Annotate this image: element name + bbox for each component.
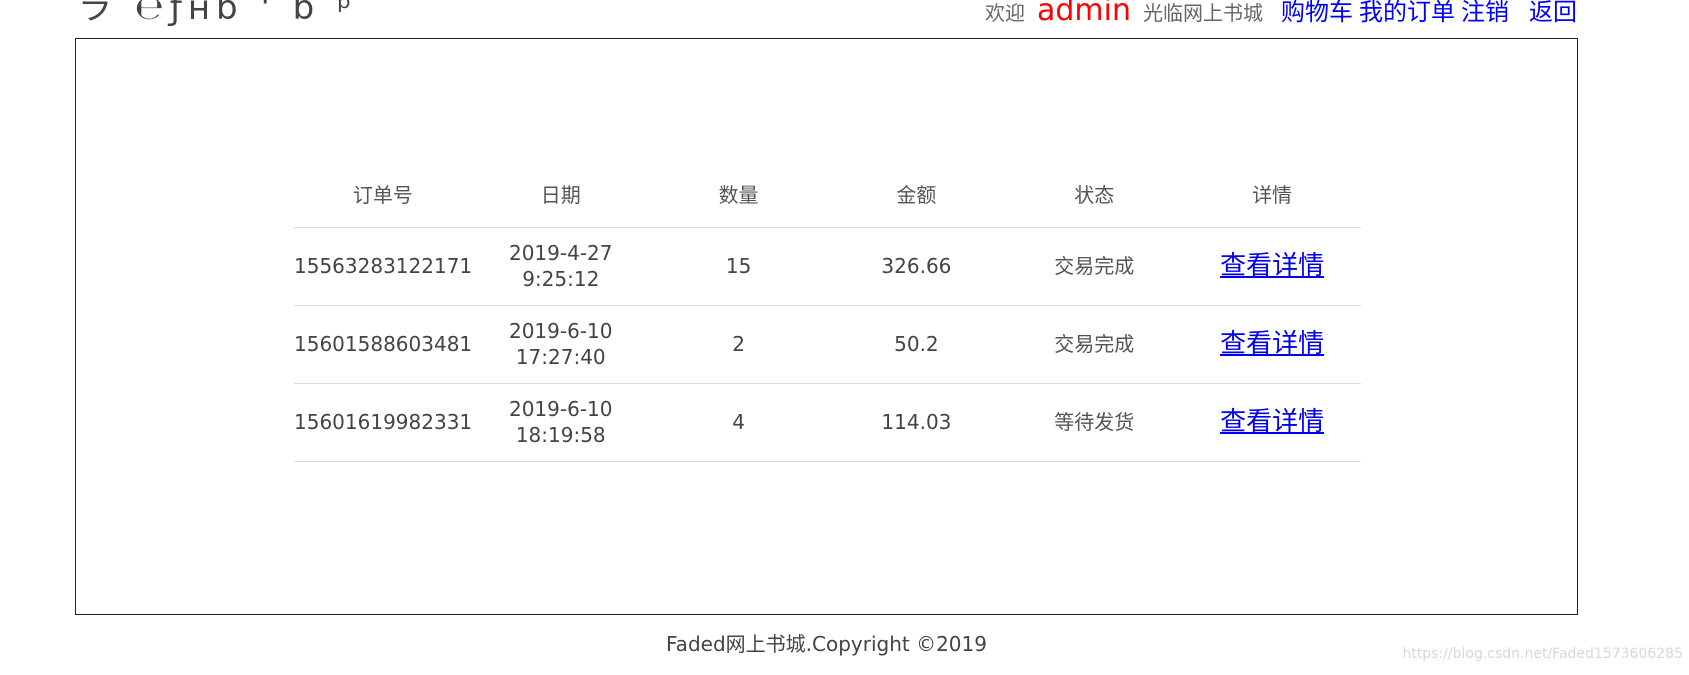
header-order-id: 订单号 xyxy=(294,142,472,228)
header-amount: 金额 xyxy=(827,142,1006,228)
table-row: 15601588603481 2019-6-10 17:27:40 2 50.2… xyxy=(294,305,1361,384)
table-header-row: 订单号 日期 数量 金额 状态 详情 xyxy=(294,142,1361,228)
cart-link[interactable]: 购物车 xyxy=(1281,0,1353,27)
site-logo: ラ ℮ƒнɓ ' ɓ ᵖ xyxy=(78,0,358,28)
date-cell: 2019-4-27 9:25:12 xyxy=(471,227,650,306)
order-id-cell: 15601588603481 xyxy=(294,305,472,384)
order-date: 2019-6-10 xyxy=(508,397,613,421)
quantity-cell: 4 xyxy=(649,383,828,462)
visit-text: 光临网上书城 xyxy=(1143,1,1263,25)
detail-cell: 查看详情 xyxy=(1183,227,1361,306)
header-quantity: 数量 xyxy=(649,142,828,228)
header-date: 日期 xyxy=(471,142,650,228)
order-time: 17:27:40 xyxy=(515,345,606,369)
view-detail-link[interactable]: 查看详情 xyxy=(1220,407,1324,437)
quantity-cell: 15 xyxy=(649,227,828,306)
order-date: 2019-4-27 xyxy=(508,241,613,265)
status-cell: 等待发货 xyxy=(1005,383,1184,462)
orders-table: 订单号 日期 数量 金额 状态 详情 15563283122171 2019-4… xyxy=(294,142,1361,462)
orders-panel: 订单号 日期 数量 金额 状态 详情 15563283122171 2019-4… xyxy=(75,38,1578,615)
header-detail: 详情 xyxy=(1183,142,1361,228)
table-row: 15563283122171 2019-4-27 9:25:12 15 326.… xyxy=(294,227,1361,306)
header-status: 状态 xyxy=(1005,142,1184,228)
quantity-cell: 2 xyxy=(649,305,828,384)
view-detail-link[interactable]: 查看详情 xyxy=(1220,251,1324,281)
welcome-text: 欢迎 xyxy=(985,1,1025,25)
status-cell: 交易完成 xyxy=(1005,305,1184,384)
username-label: admin xyxy=(1037,0,1131,28)
detail-cell: 查看详情 xyxy=(1183,383,1361,462)
detail-cell: 查看详情 xyxy=(1183,305,1361,384)
amount-cell: 326.66 xyxy=(827,227,1006,306)
table-row: 15601619982331 2019-6-10 18:19:58 4 114.… xyxy=(294,383,1361,462)
logout-link[interactable]: 注销 xyxy=(1461,0,1509,27)
amount-cell: 114.03 xyxy=(827,383,1006,462)
order-id-cell: 15601619982331 xyxy=(294,383,472,462)
order-date: 2019-6-10 xyxy=(508,319,613,343)
view-detail-link[interactable]: 查看详情 xyxy=(1220,329,1324,359)
date-cell: 2019-6-10 18:19:58 xyxy=(471,383,650,462)
order-time: 9:25:12 xyxy=(522,267,600,291)
order-time: 18:19:58 xyxy=(515,423,606,447)
order-id-cell: 15563283122171 xyxy=(294,227,472,306)
my-orders-link[interactable]: 我的订单 xyxy=(1359,0,1455,27)
amount-cell: 50.2 xyxy=(827,305,1006,384)
status-cell: 交易完成 xyxy=(1005,227,1184,306)
top-nav-bar: 欢迎 admin 光临网上书城 购物车 我的订单 注销 返回 xyxy=(985,0,1577,28)
watermark-text: https://blog.csdn.net/Faded1573606285 xyxy=(1402,646,1683,662)
date-cell: 2019-6-10 17:27:40 xyxy=(471,305,650,384)
page: ラ ℮ƒнɓ ' ɓ ᵖ 欢迎 admin 光临网上书城 购物车 我的订单 注销… xyxy=(0,0,1689,675)
back-link[interactable]: 返回 xyxy=(1529,0,1577,27)
